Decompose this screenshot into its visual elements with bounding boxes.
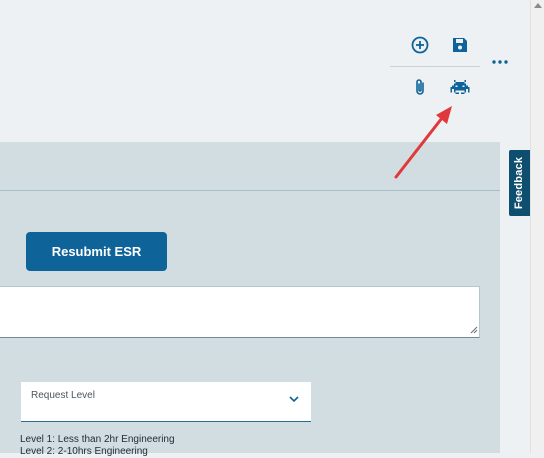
add-button[interactable]	[408, 34, 432, 56]
space-invader-icon	[450, 80, 470, 94]
paperclip-icon	[416, 79, 424, 95]
feedback-label: Feedback	[513, 156, 526, 210]
level-2-text: Level 2: 2-10hrs Engineering	[20, 446, 148, 457]
debug-button[interactable]	[447, 76, 473, 98]
request-level-label: Request Level	[31, 390, 95, 401]
toolbar-divider	[390, 66, 480, 67]
level-1-text: Level 1: Less than 2hr Engineering	[20, 434, 175, 445]
attach-button[interactable]	[408, 76, 432, 98]
more-options-button[interactable]	[488, 54, 512, 70]
scroll-up-arrow-icon[interactable]	[534, 3, 542, 8]
request-level-select[interactable]: Request Level	[21, 382, 311, 422]
more-horizontal-icon	[492, 60, 508, 64]
section-divider	[0, 190, 500, 191]
resize-grip-icon[interactable]	[470, 326, 478, 334]
chevron-down-icon	[289, 396, 299, 403]
plus-circle-icon	[411, 36, 429, 54]
resubmit-esr-button[interactable]: Resubmit ESR	[26, 232, 167, 271]
vertical-scrollbar[interactable]	[530, 0, 544, 453]
floppy-disk-icon	[453, 38, 467, 52]
feedback-tab[interactable]: Feedback	[509, 150, 530, 216]
comments-textarea[interactable]	[0, 286, 480, 338]
toolbar	[0, 0, 530, 142]
level-descriptions: Level 1: Less than 2hr Engineering Level…	[20, 434, 175, 458]
form-panel: Resubmit ESR Request Level Level 1: Less…	[0, 142, 500, 457]
save-button[interactable]	[448, 34, 472, 56]
